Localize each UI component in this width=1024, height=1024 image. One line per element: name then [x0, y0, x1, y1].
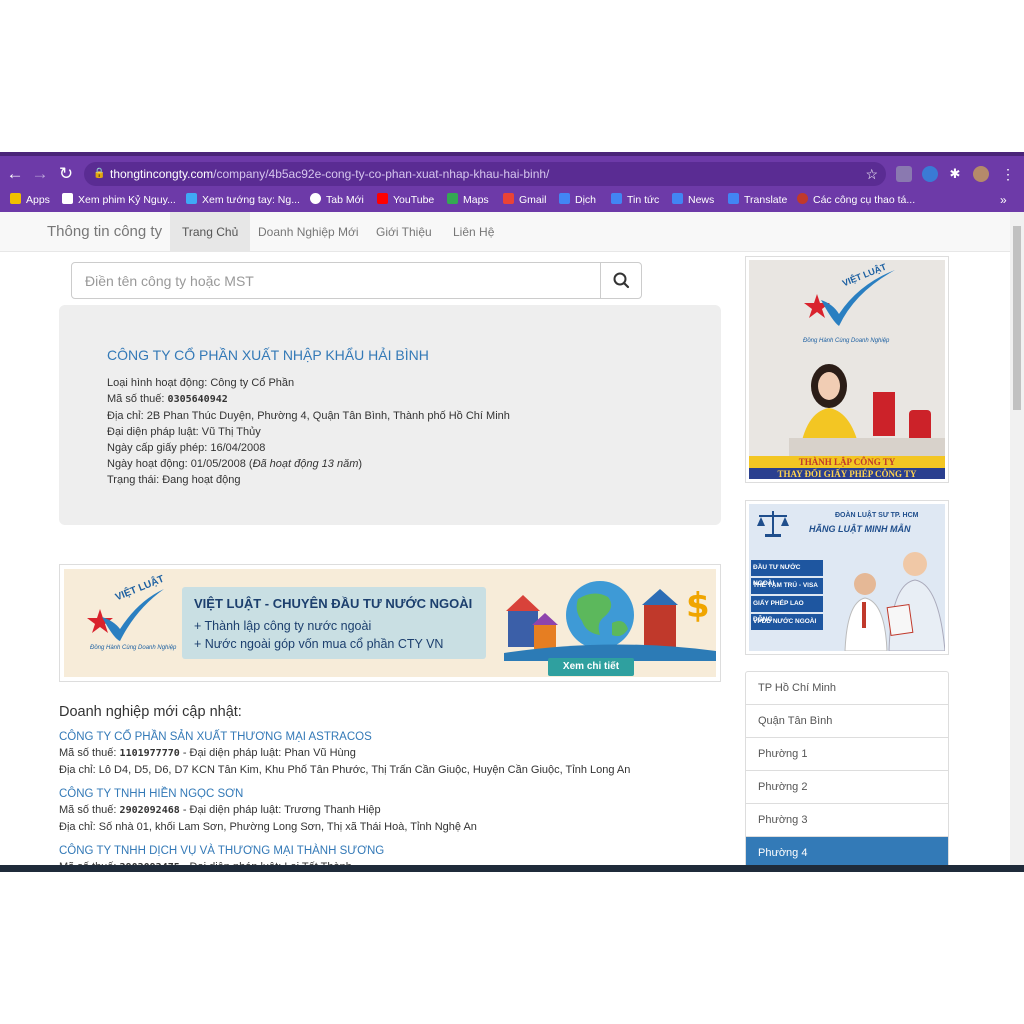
- browser-window: ← → ↻ 🔒 thongtincongty.com/company/4b5ac…: [0, 152, 1024, 872]
- address-bar[interactable]: 🔒 thongtincongty.com/company/4b5ac92e-co…: [84, 162, 886, 186]
- news-icon: [611, 193, 622, 204]
- list-item: CÔNG TY CỔ PHẦN SẢN XUẤT THƯƠNG MẠI ASTR…: [59, 729, 739, 778]
- list-item[interactable]: Phường 1: [746, 738, 948, 771]
- scales-icon: [757, 511, 789, 537]
- ad2-service-list: ĐẦU TƯ NƯỚC NGOÀI THẺ TẠM TRÚ - VISA GIẤ…: [751, 560, 823, 630]
- bookmark-maps[interactable]: Maps: [447, 188, 489, 212]
- url-host: thongtincongty.com: [110, 167, 214, 181]
- lock-icon: 🔒: [93, 168, 106, 179]
- nav-about[interactable]: Giới Thiệu: [364, 212, 444, 252]
- puzzle-icon[interactable]: ✱: [947, 166, 963, 182]
- list-item[interactable]: Phường 2: [746, 771, 948, 804]
- company-status: Trạng thái: Đang hoạt động: [107, 474, 241, 486]
- site-icon: [797, 193, 808, 204]
- browser-toolbar: ← → ↻ 🔒 thongtincongty.com/company/4b5ac…: [0, 152, 1024, 188]
- youtube-icon: [377, 193, 388, 204]
- bookmark-item[interactable]: Tin tức: [611, 188, 659, 212]
- translate-icon: [728, 193, 739, 204]
- bookmarks-bar: Apps Xem phim Kỷ Nguy... Xem tướng tay: …: [0, 188, 1024, 212]
- ad1-line2: THAY ĐỔI GIẤY PHÉP CÔNG TY: [749, 468, 945, 479]
- more-bookmarks-icon[interactable]: »: [1000, 188, 1007, 212]
- nav-home[interactable]: Trang Chủ: [170, 212, 251, 252]
- forward-icon[interactable]: →: [29, 163, 51, 185]
- company-card: CÔNG TY CỔ PHẦN XUẤT NHẬP KHẨU HẢI BÌNH …: [59, 305, 721, 525]
- site-navbar: Thông tin công ty Trang Chủ Doanh Nghiệp…: [0, 212, 1010, 252]
- company-link[interactable]: CÔNG TY TNHH DỊCH VỤ VÀ THƯƠNG MẠI THÀNH…: [59, 843, 739, 859]
- nav-contact[interactable]: Liên Hệ: [441, 212, 506, 252]
- nav-new-companies[interactable]: Doanh Nghiệp Mới: [246, 212, 371, 252]
- taskbar: [0, 865, 1024, 872]
- news-icon: [672, 193, 683, 204]
- search-input[interactable]: [72, 263, 601, 298]
- globe-icon: [310, 193, 321, 204]
- url-path: /company/4b5ac92e-cong-ty-co-phan-xuat-n…: [213, 167, 550, 181]
- page-scrollbar[interactable]: [1010, 212, 1024, 872]
- bookmark-star-icon[interactable]: ☆: [865, 162, 878, 186]
- bookmark-item[interactable]: Tab Mới: [310, 188, 364, 212]
- company-link[interactable]: CÔNG TY CỔ PHẦN SẢN XUẤT THƯƠNG MẠI ASTR…: [59, 729, 739, 745]
- bookmark-item[interactable]: Các công cụ thao tá...: [797, 188, 915, 212]
- location-list: TP Hồ Chí Minh Quận Tân Bình Phường 1 Ph…: [745, 671, 949, 871]
- ad2-firm-name: HÃNG LUẬT MINH MẪN: [809, 524, 911, 534]
- company-tax-code: Mã số thuế: 0305640942: [107, 393, 228, 405]
- company-type: Loại hình hoạt động: Công ty Cổ Phần: [107, 377, 295, 389]
- site-icon: [186, 193, 197, 204]
- recent-company-list: CÔNG TY CỔ PHẦN SẢN XUẤT THƯƠNG MẠI ASTR…: [59, 729, 739, 872]
- list-item[interactable]: Quận Tân Bình: [746, 705, 948, 738]
- extension-icon[interactable]: [922, 166, 938, 182]
- search-bar: [71, 262, 642, 299]
- lawyers-illustration: [844, 552, 945, 651]
- menu-icon[interactable]: ⋮: [1000, 166, 1016, 182]
- svg-text:$: $: [686, 586, 710, 626]
- banner-logo-sub: Đồng Hành Cùng Doanh Nghiệp: [90, 645, 177, 651]
- extension-icon[interactable]: [896, 166, 912, 182]
- bookmark-item[interactable]: Dịch: [559, 188, 596, 212]
- recent-section-title: Doanh nghiệp mới cập nhật:: [59, 704, 242, 720]
- banner-textbox: VIỆT LUẬT - CHUYÊN ĐẦU TƯ NƯỚC NGOÀI + T…: [182, 587, 486, 659]
- hd-icon: [62, 193, 73, 204]
- gmail-icon: [503, 193, 514, 204]
- back-icon[interactable]: ←: [4, 163, 26, 185]
- avatar[interactable]: [973, 166, 989, 182]
- translate-icon: [559, 193, 570, 204]
- bookmark-item[interactable]: News: [672, 188, 714, 212]
- bookmark-item[interactable]: Xem tướng tay: Ng...: [186, 188, 300, 212]
- maps-icon: [447, 193, 458, 204]
- reload-icon[interactable]: ↻: [55, 163, 77, 185]
- company-link[interactable]: CÔNG TY TNHH HIỀN NGỌC SƠN: [59, 786, 739, 802]
- search-button[interactable]: [600, 263, 641, 298]
- woman-illustration: [789, 364, 945, 456]
- company-title: CÔNG TY CỔ PHẦN XUẤT NHẬP KHẨU HẢI BÌNH: [107, 347, 429, 363]
- list-item[interactable]: Phường 3: [746, 804, 948, 837]
- sidebar-ad-1[interactable]: VIỆT LUẬT Đồng Hành Cùng Doanh Nghiệp TH…: [745, 256, 949, 483]
- company-info: Loại hình hoạt động: Công ty Cổ Phần Mã …: [107, 375, 510, 488]
- banner-lines: + Thành lập công ty nước ngoài + Nước ng…: [194, 619, 444, 651]
- bookmark-gmail[interactable]: Gmail: [503, 188, 546, 212]
- site-brand[interactable]: Thông tin công ty: [47, 212, 162, 252]
- bookmark-youtube[interactable]: YouTube: [377, 188, 434, 212]
- sidebar-ad-2[interactable]: ĐOÀN LUẬT SƯ TP. HCM HÃNG LUẬT MINH MẪN …: [745, 500, 949, 655]
- search-icon: [613, 272, 630, 289]
- list-item: CÔNG TY TNHH HIỀN NGỌC SƠN Mã số thuế: 2…: [59, 786, 739, 835]
- bookmark-item[interactable]: Xem phim Kỷ Nguy...: [62, 188, 176, 212]
- bookmark-item[interactable]: Translate: [728, 188, 787, 212]
- company-address: Địa chỉ: 2B Phan Thúc Duyện, Phường 4, Q…: [107, 410, 510, 422]
- banner-detail-button[interactable]: Xem chi tiết: [548, 658, 634, 676]
- ad1-logo-sub: Đồng Hành Cùng Doanh Nghiệp: [803, 338, 890, 344]
- scrollbar-thumb[interactable]: [1013, 226, 1021, 410]
- list-item[interactable]: TP Hồ Chí Minh: [746, 672, 948, 705]
- bookmark-apps[interactable]: Apps: [10, 188, 50, 212]
- company-representative: Đại diện pháp luật: Vũ Thị Thủy: [107, 426, 261, 438]
- ad-banner[interactable]: VIỆT LUẬT Đồng Hành Cùng Doanh Nghiệp VI…: [59, 564, 721, 682]
- banner-headline: VIỆT LUẬT - CHUYÊN ĐẦU TƯ NƯỚC NGOÀI: [194, 596, 473, 611]
- company-active-date: Ngày hoạt động: 01/05/2008 (Đã hoạt động…: [107, 458, 363, 470]
- apps-grid-icon: [10, 193, 21, 204]
- globe-houses-illustration: $: [504, 581, 716, 661]
- company-license-date: Ngày cấp giấy phép: 16/04/2008: [107, 442, 266, 454]
- ad2-top-text: ĐOÀN LUẬT SƯ TP. HCM: [835, 512, 919, 519]
- ad1-line1: THÀNH LẬP CÔNG TY: [749, 456, 945, 468]
